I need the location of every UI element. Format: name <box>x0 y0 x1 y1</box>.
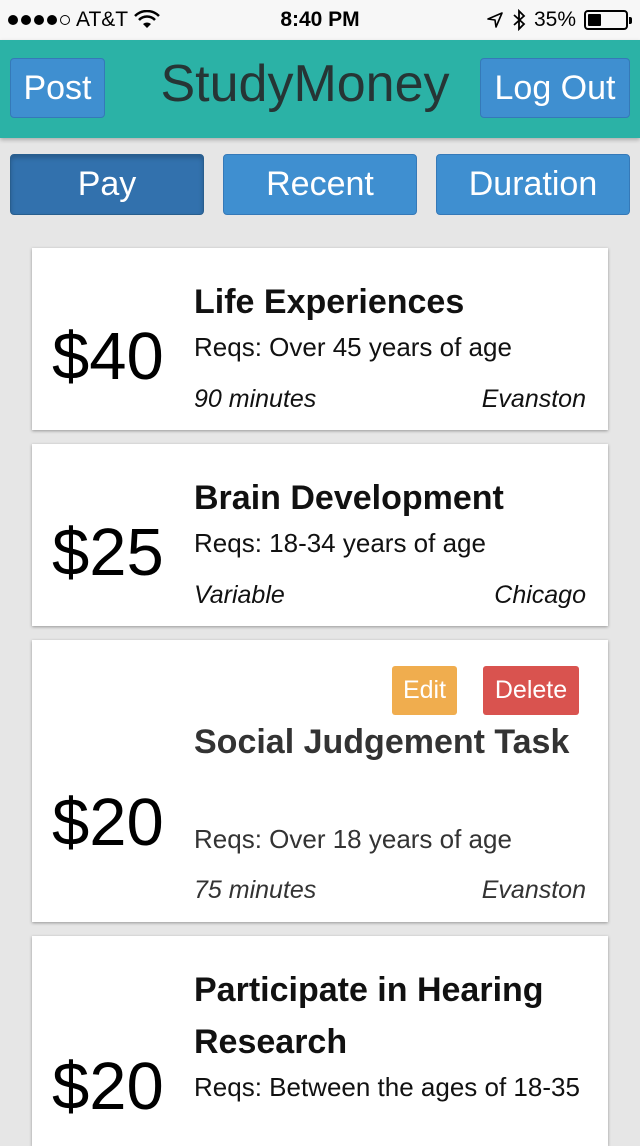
study-duration: Variable <box>194 581 285 609</box>
status-bar: AT&T 8:40 PM 35% <box>0 0 640 40</box>
study-title: Social Judgement Task <box>194 723 570 761</box>
study-price: $40 <box>52 319 164 394</box>
study-title: Participate in Hearing Research <box>194 971 544 1061</box>
sort-recent-button[interactable]: Recent <box>223 154 417 215</box>
battery-level <box>588 14 601 26</box>
battery-percent: 35% <box>533 8 576 31</box>
study-reqs: Reqs: Between the ages of 18-35 <box>194 1072 580 1102</box>
study-card[interactable]: $25 Brain Development Reqs: 18-34 years … <box>32 444 608 626</box>
study-location: Evanston <box>481 876 586 904</box>
study-reqs: Reqs: Over 18 years of age <box>194 824 512 854</box>
edit-button[interactable]: Edit <box>392 666 457 715</box>
post-button[interactable]: Post <box>10 58 105 118</box>
study-title: Life Experiences <box>194 283 465 321</box>
study-price: $20 <box>52 1049 164 1124</box>
logout-button[interactable]: Log Out <box>480 58 630 118</box>
study-title: Brain Development <box>194 479 504 517</box>
battery-icon <box>584 10 632 30</box>
study-price: $20 <box>52 785 164 860</box>
study-location: Evanston <box>481 385 586 413</box>
app-title: StudyMoney <box>160 55 450 113</box>
study-card[interactable]: $20 Participate in Hearing Research Reqs… <box>32 936 608 1146</box>
delete-button[interactable]: Delete <box>483 666 579 715</box>
study-card[interactable]: $40 Life Experiences Reqs: Over 45 years… <box>32 248 608 430</box>
study-duration: 90 minutes <box>194 385 317 413</box>
bluetooth-icon <box>513 9 526 31</box>
study-duration: 75 minutes <box>194 876 317 904</box>
sort-duration-button[interactable]: Duration <box>436 154 630 215</box>
study-location: Chicago <box>494 581 586 609</box>
app-header: Post StudyMoney Log Out <box>0 40 640 138</box>
study-reqs: Reqs: Over 45 years of age <box>194 332 512 362</box>
location-arrow-icon <box>487 12 503 28</box>
status-right: 35% <box>486 8 632 32</box>
study-card[interactable]: Edit Delete $20 Social Judgement Task Re… <box>32 640 608 922</box>
sort-bar: Pay Recent Duration <box>10 154 630 216</box>
study-reqs: Reqs: 18-34 years of age <box>194 528 486 558</box>
sort-pay-button[interactable]: Pay <box>10 154 204 215</box>
study-price: $25 <box>52 515 164 590</box>
